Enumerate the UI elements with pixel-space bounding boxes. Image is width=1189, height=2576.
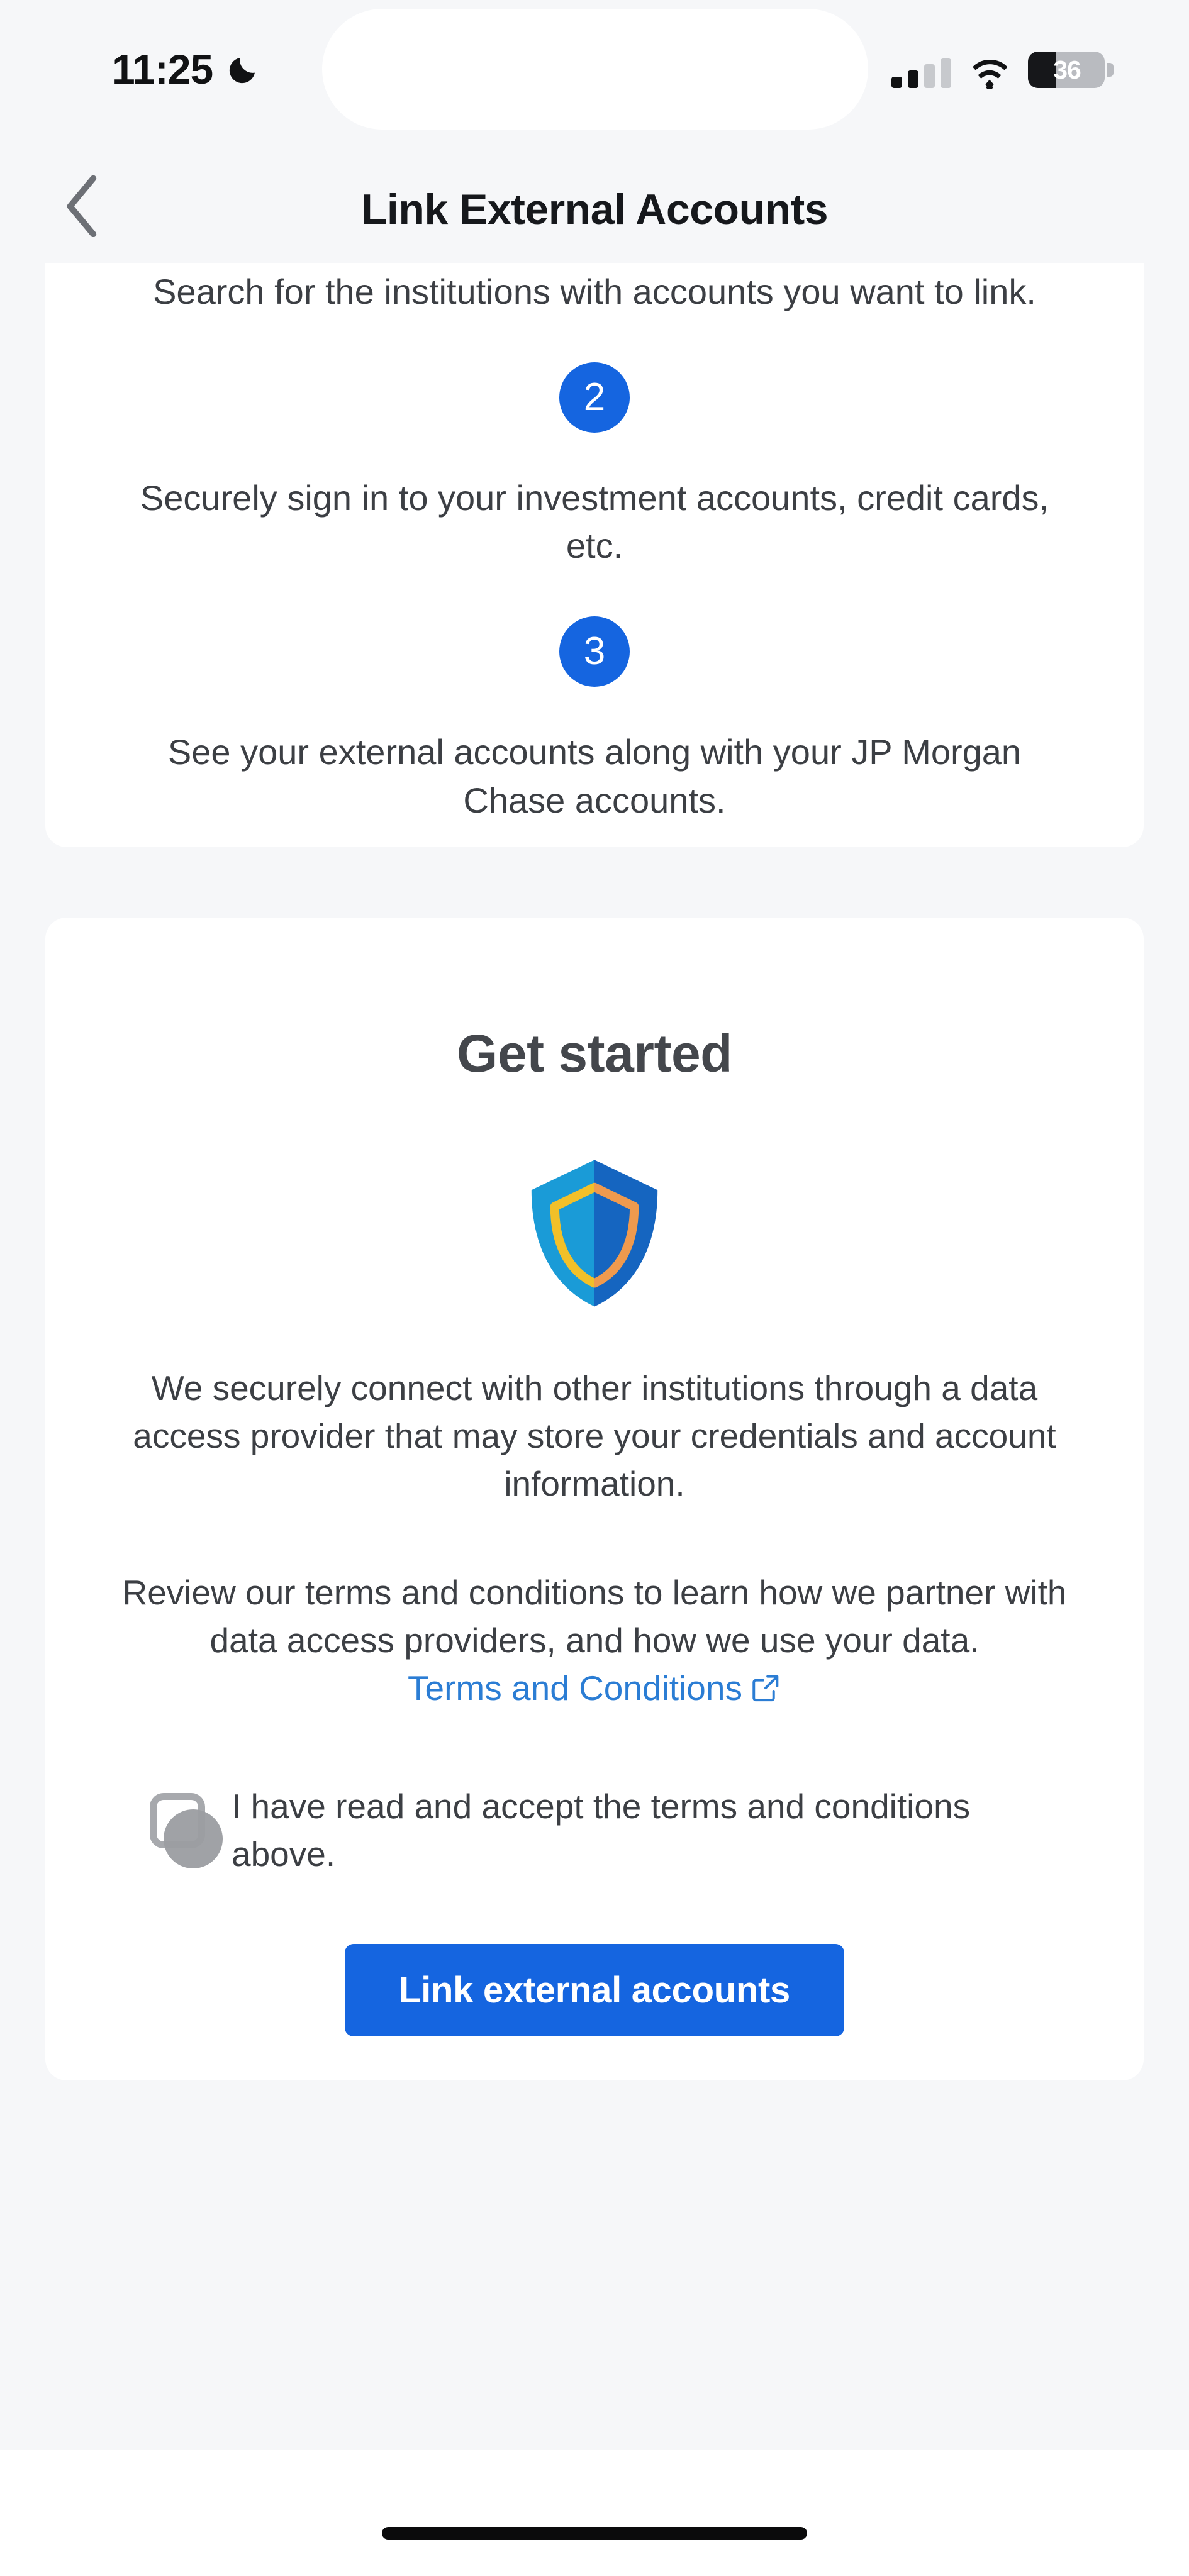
status-bar: 11:25 36: [0, 0, 1189, 143]
accept-terms-row[interactable]: I have read and accept the terms and con…: [45, 1713, 1144, 1879]
battery-icon: 36: [1028, 52, 1105, 88]
bottom-safe-area: [0, 2450, 1189, 2576]
page-title: Link External Accounts: [360, 186, 829, 233]
step-3-description: See your external accounts along with yo…: [167, 732, 1022, 820]
shield-icon: [531, 1160, 658, 1307]
nav-bar: Link External Accounts: [0, 143, 1189, 263]
phone-screen: 11:25 36 Link External Accounts Search f…: [0, 0, 1189, 2576]
step-2-badge: 2: [559, 362, 630, 433]
step-2-description: Securely sign in to your investment acco…: [140, 478, 1049, 566]
home-indicator[interactable]: [382, 2527, 807, 2540]
secure-connection-paragraph: We securely connect with other instituti…: [133, 1368, 1056, 1503]
step-3-badge: 3: [559, 616, 630, 687]
card-divider-gap: [0, 847, 1189, 918]
step-1-description: Search for the institutions with account…: [153, 272, 1036, 311]
shield-illustration: [45, 1084, 1144, 1336]
accept-terms-checkbox[interactable]: [150, 1793, 223, 1869]
battery-level-label: 36: [1053, 55, 1081, 84]
battery-tip: [1107, 63, 1114, 77]
external-link-icon: [752, 1675, 779, 1702]
terms-paragraph: Review our terms and conditions to learn…: [45, 1507, 1144, 1713]
wifi-icon: [973, 60, 1008, 89]
dynamic-island: [322, 9, 868, 130]
accept-terms-label: I have read and accept the terms and con…: [232, 1787, 971, 1874]
link-external-accounts-button[interactable]: Link external accounts: [345, 1943, 844, 2036]
terms-paragraph-text: Review our terms and conditions to learn…: [122, 1573, 1067, 1660]
get-started-card: Get started We securely connect with oth…: [45, 917, 1144, 2080]
scroll-content[interactable]: Search for the institutions with account…: [0, 263, 1189, 2576]
terms-and-conditions-link[interactable]: Terms and Conditions: [408, 1668, 781, 1707]
battery-fill: [1028, 52, 1056, 88]
how-it-works-card: Search for the institutions with account…: [45, 263, 1144, 847]
crescent-moon-icon: [230, 58, 255, 84]
status-bar-indicators: 36: [891, 52, 1114, 89]
cellular-signal-icon: [891, 58, 951, 88]
get-started-heading: Get started: [457, 1023, 732, 1083]
terms-link-label: Terms and Conditions: [408, 1668, 742, 1708]
checkbox-touch-ripple: [164, 1809, 223, 1869]
clock-time: 11:25: [112, 46, 213, 92]
status-bar-clock: 11:25: [112, 45, 260, 93]
